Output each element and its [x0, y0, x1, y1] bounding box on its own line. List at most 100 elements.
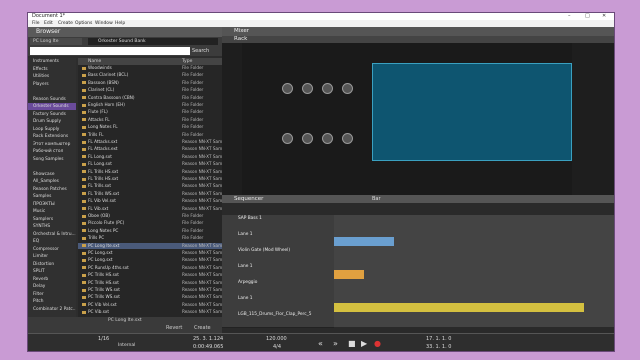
sidebar-item[interactable]: Reason Patches	[28, 186, 76, 193]
menu-options[interactable]: Options	[75, 20, 92, 27]
file-row[interactable]: Woodwinds File Folder	[78, 65, 222, 71]
file-row[interactable]: PC Vib.sxt Reason NN-XT Sampl...	[78, 309, 222, 315]
sidebar-item[interactable]: Этот компьютер	[28, 141, 76, 148]
sidebar-item[interactable]: Factory Sounds	[28, 111, 76, 118]
file-row[interactable]: PC Long Ite.sxt Reason NN-XT Sampl...	[78, 242, 222, 249]
stop-icon[interactable]: ■	[348, 339, 356, 348]
file-row[interactable]: PC Vib Vel.sxt Reason NN-XT Sampl...	[78, 302, 222, 308]
sound-bank-selector[interactable]: Orkester Sound Bank	[88, 38, 218, 45]
track[interactable]: SAP Bass 1	[222, 215, 334, 232]
file-row[interactable]: Clarinet (CL) File Folder	[78, 87, 222, 93]
sidebar-item[interactable]: Рабочий стол	[28, 148, 76, 155]
file-row[interactable]: FL Trills.sxt Reason NN-XT Sampl...	[78, 183, 222, 189]
file-row[interactable]: Oboe (OB) File Folder	[78, 213, 222, 219]
knob[interactable]	[302, 83, 313, 94]
sidebar-item[interactable]: Song Samples	[28, 156, 76, 163]
menu-edit[interactable]: Edit	[44, 20, 53, 27]
record-icon[interactable]: ●	[374, 339, 381, 348]
rewind-icon[interactable]: «	[318, 339, 323, 348]
file-row[interactable]: Flute (FL) File Folder	[78, 109, 222, 115]
sidebar-item[interactable]: Drum Supply	[28, 118, 76, 125]
track[interactable]: Violin Gate (Mod Wheel)	[222, 247, 334, 264]
file-row[interactable]: Long Notes FL File Folder	[78, 124, 222, 130]
file-row[interactable]: FL Attacks.sxt Reason NN-XT Sampl...	[78, 139, 222, 145]
track[interactable]: LGB_115_Drums_Flor_Clap_Perc_5	[222, 311, 334, 328]
file-row[interactable]: PC Trills HS.sxt Reason NN-XT Sampl...	[78, 272, 222, 278]
knob[interactable]	[322, 83, 333, 94]
sidebar-item[interactable]: Loop Supply	[28, 126, 76, 133]
file-row[interactable]: Bass Clarinet (BCL) File Folder	[78, 72, 222, 78]
breadcrumb[interactable]: PC Long Ite	[30, 38, 82, 45]
sidebar-item[interactable]: All_Samples	[28, 178, 76, 185]
file-row[interactable]: Trills FL File Folder	[78, 132, 222, 138]
sidebar-item[interactable]: Samples	[28, 193, 76, 200]
clip[interactable]	[334, 237, 394, 246]
sidebar-item[interactable]: Delay	[28, 283, 76, 290]
file-row[interactable]: PC Long.sxt Reason NN-XT Sampl...	[78, 257, 222, 263]
knob[interactable]	[282, 83, 293, 94]
file-row[interactable]: PC Trills WS.sxt Reason NN-XT Sampl...	[78, 294, 222, 300]
create-button[interactable]: Create	[194, 325, 211, 331]
file-row[interactable]: FL Vib Vel.sxt Reason NN-XT Sampl...	[78, 198, 222, 204]
file-row[interactable]: PC Long.sxt Reason NN-XT Sampl...	[78, 250, 222, 256]
knob[interactable]	[302, 133, 313, 144]
quantize-value[interactable]: 1/16	[98, 336, 109, 342]
sidebar-item[interactable]	[28, 88, 76, 95]
type-column-header[interactable]: Type	[182, 58, 192, 65]
track[interactable]: Lane 1	[222, 231, 334, 248]
menu-create[interactable]: Create	[58, 20, 73, 27]
revert-button[interactable]: Revert	[166, 325, 182, 331]
device-display[interactable]	[372, 63, 572, 161]
sidebar-item[interactable]: Compressor	[28, 246, 76, 253]
rack-bar[interactable]: Rack	[222, 36, 614, 43]
time-signature[interactable]: 4/4	[273, 344, 281, 350]
track[interactable]: Arpeggio	[222, 279, 334, 296]
sidebar-item[interactable]: Utilities	[28, 73, 76, 80]
sidebar-item[interactable]: Showcase	[28, 171, 76, 178]
sidebar-item[interactable]: ПРОЭКТЫ	[28, 201, 76, 208]
file-row[interactable]: PC Trills HS.sxt Reason NN-XT Sampl...	[78, 280, 222, 286]
close-icon[interactable]: ✕	[602, 13, 606, 20]
knob[interactable]	[282, 133, 293, 144]
sidebar-item[interactable]: Players	[28, 81, 76, 88]
maximize-icon[interactable]: □	[585, 13, 590, 20]
clip[interactable]	[334, 303, 584, 312]
knob[interactable]	[322, 133, 333, 144]
clip[interactable]	[334, 270, 364, 279]
sidebar-item[interactable]: Orchestral & Intru...	[28, 231, 76, 238]
file-row[interactable]: Trills PC File Folder	[78, 235, 222, 241]
sidebar-item[interactable]: Combinator 2 Patc...	[28, 306, 76, 313]
file-row[interactable]: English Horn (EH) File Folder	[78, 102, 222, 108]
sidebar-item[interactable]: EQ	[28, 238, 76, 245]
menu-window[interactable]: Window	[95, 20, 113, 27]
file-row[interactable]: FL Long.sxt Reason NN-XT Sampl...	[78, 161, 222, 167]
sidebar-item[interactable]: Limiter	[28, 253, 76, 260]
knob[interactable]	[342, 133, 353, 144]
file-row[interactable]: PC RunsUp 4ths.sxt Reason NN-XT Sampl...	[78, 265, 222, 271]
mixer-bar[interactable]: Mixer	[222, 27, 614, 36]
file-row[interactable]: FL Trills WS.sxt Reason NN-XT Sampl...	[78, 191, 222, 197]
sidebar-item[interactable]: Rack Extensions	[28, 133, 76, 140]
loop-right[interactable]: 33. 1. 1. 0	[426, 344, 451, 350]
search-button[interactable]: Search	[192, 47, 209, 55]
menu-help[interactable]: Help	[115, 20, 125, 27]
name-column-header[interactable]: Name	[88, 58, 101, 65]
play-icon[interactable]: ▶	[361, 339, 367, 348]
file-row[interactable]: Bassoon (BSN) File Folder	[78, 80, 222, 86]
file-row[interactable]: Long Notes PC File Folder	[78, 228, 222, 234]
sidebar-item[interactable]: Samplers	[28, 216, 76, 223]
knob[interactable]	[342, 83, 353, 94]
sidebar-item[interactable]: Orkester Sounds	[28, 103, 76, 110]
file-row[interactable]: FL Trills HS.sxt Reason NN-XT Sampl...	[78, 169, 222, 175]
sidebar-item[interactable]: Effects	[28, 66, 76, 73]
track[interactable]: Lane 1	[222, 263, 334, 280]
search-input[interactable]	[30, 47, 190, 55]
forward-icon[interactable]: »	[333, 339, 338, 348]
file-row[interactable]: PC Trills WS.sxt Reason NN-XT Sampl...	[78, 287, 222, 293]
file-row[interactable]: FL Long.sxt Reason NN-XT Sampl...	[78, 154, 222, 160]
snap-select[interactable]: Bar	[372, 196, 381, 202]
file-row[interactable]: Attacks FL File Folder	[78, 117, 222, 123]
sidebar-item[interactable]: Reason Sounds	[28, 96, 76, 103]
sync-mode[interactable]: Internal	[118, 343, 135, 348]
sidebar-item[interactable]	[28, 163, 76, 170]
